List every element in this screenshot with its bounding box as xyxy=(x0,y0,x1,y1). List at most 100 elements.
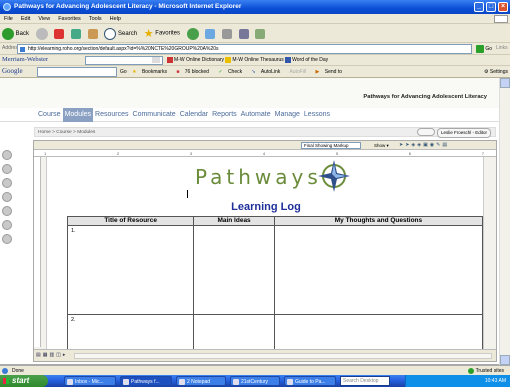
refresh-button[interactable] xyxy=(71,28,82,39)
scroll-up-icon[interactable] xyxy=(500,78,510,88)
window-title-bar: Pathways for Advancing Adolescent Litera… xyxy=(0,0,510,14)
nav-calendar[interactable]: Calendar xyxy=(178,108,210,122)
site-nav: Course Modules Resources Communicate Calenda… xyxy=(0,108,499,122)
table-cell[interactable]: 2. xyxy=(66,314,195,350)
mail-icon xyxy=(205,28,216,39)
stop-button[interactable] xyxy=(54,28,65,39)
menu-bar: File Edit View Favorites Tools Help xyxy=(0,14,510,24)
popup-blocked-button[interactable]: ■ 76 blocked xyxy=(176,69,213,75)
ruler-tick: 1 xyxy=(44,151,47,156)
table-cell[interactable] xyxy=(273,225,484,315)
desktop-search-input[interactable]: Search Desktop xyxy=(340,376,390,386)
menu-view[interactable]: View xyxy=(34,14,54,24)
forward-button[interactable] xyxy=(35,27,48,40)
nav-communicate[interactable]: Communicate xyxy=(131,108,178,122)
blocker-icon: ■ xyxy=(176,69,180,75)
scroll-down-icon[interactable] xyxy=(500,355,510,365)
refresh-circle-icon[interactable] xyxy=(2,164,12,174)
search-button[interactable]: Search xyxy=(104,27,137,40)
site-header: Pathways for Advancing Adolescent Litera… xyxy=(0,78,499,110)
spell-check-button[interactable]: ✓ Check xyxy=(218,69,246,75)
help-circle-icon[interactable] xyxy=(2,178,12,188)
nav-resources[interactable]: Resources xyxy=(93,108,130,122)
dictionary-icon xyxy=(167,56,173,63)
vertical-scrollbar[interactable] xyxy=(499,78,510,365)
table-cell[interactable]: 1. xyxy=(66,225,195,315)
mw-dropdown-icon[interactable] xyxy=(152,57,160,63)
user-badge[interactable]: Leslie Froeschl - Editor xyxy=(436,128,491,138)
mw-word-of-day-link[interactable]: Word of the Day xyxy=(285,56,328,63)
home-button[interactable] xyxy=(87,28,98,39)
task-inbox[interactable]: Inbox - Mic... xyxy=(64,376,116,386)
menu-help[interactable]: Help xyxy=(106,14,125,24)
compass-logo-icon xyxy=(318,160,350,192)
status-text: Done xyxy=(12,368,24,374)
nav-lessons[interactable]: Lessons xyxy=(302,108,332,122)
nav-modules[interactable]: Modules xyxy=(62,108,94,122)
outlook-icon xyxy=(67,379,73,385)
menu-edit[interactable]: Edit xyxy=(17,14,34,24)
system-tray: 10:43 AM xyxy=(405,375,510,387)
autofill-button[interactable]: AutoFill xyxy=(289,69,310,75)
maximize-button[interactable]: □ xyxy=(486,2,496,12)
mail-button[interactable] xyxy=(205,28,216,39)
mw-thesaurus-link[interactable]: M-W Online Thesaurus xyxy=(225,56,284,63)
google-search-input[interactable] xyxy=(37,67,117,77)
task-pathways[interactable]: Pathways f... xyxy=(120,376,172,386)
autolink-button[interactable]: ➘ AutoLink xyxy=(252,69,285,75)
autolink-icon: ➘ xyxy=(251,69,256,75)
markup-view-select[interactable]: Final Showing Markup xyxy=(301,142,361,149)
table-cell[interactable] xyxy=(193,314,275,350)
horizontal-scrollbar[interactable] xyxy=(74,353,492,359)
send-to-button[interactable]: ▶ Send to xyxy=(316,69,347,75)
menu-favorites[interactable]: Favorites xyxy=(54,14,85,24)
table-cell[interactable] xyxy=(193,225,275,315)
history-button[interactable] xyxy=(186,27,199,40)
nav-manage[interactable]: Manage xyxy=(273,108,302,122)
address-input[interactable]: http://elearning.roho.org/section/defaul… xyxy=(17,44,472,54)
history-icon xyxy=(186,27,199,40)
show-button[interactable]: Show ▾ xyxy=(374,142,389,149)
star-icon: ★ xyxy=(143,28,154,40)
favorites-button[interactable]: ★ Favorites xyxy=(144,27,180,40)
menu-file[interactable]: File xyxy=(0,14,17,24)
search-circle-icon[interactable] xyxy=(2,234,12,244)
gear-circle-icon[interactable] xyxy=(2,192,12,202)
google-go-button[interactable]: Go xyxy=(120,69,127,75)
menu-tools[interactable]: Tools xyxy=(85,14,106,24)
document-editor: Final Showing Markup Show ▾ ➤➤◈◈▣◉✎▤ 1 2… xyxy=(33,140,497,362)
task-21stcentury[interactable]: 21stCentury xyxy=(230,376,280,386)
nav-automate[interactable]: Automate xyxy=(239,108,273,122)
tools-circle-icon[interactable] xyxy=(2,206,12,216)
standard-toolbar: Back Search ★ Favorites xyxy=(0,24,510,43)
nav-reports[interactable]: Reports xyxy=(210,108,239,122)
start-button[interactable]: start xyxy=(0,375,48,387)
page-status-icon xyxy=(2,368,8,374)
mw-dictionary-link[interactable]: M-W Online Dictionary xyxy=(167,56,224,63)
learning-log-table[interactable]: Title of Resource Main Ideas My Thoughts… xyxy=(66,216,484,350)
google-settings-button[interactable]: ⚙ Settings xyxy=(484,66,508,78)
view-mode-buttons[interactable]: ▤▦▥◫▸ xyxy=(36,352,67,358)
minimize-button[interactable]: _ xyxy=(474,2,484,12)
google-bookmarks-button[interactable]: ★ Bookmarks xyxy=(132,69,171,75)
edit-button[interactable] xyxy=(238,28,249,39)
task-guide[interactable]: Guide to Pa... xyxy=(284,376,336,386)
close-button[interactable]: × xyxy=(498,2,508,12)
document-page[interactable]: Pathways Learning Log Title of Resource … xyxy=(46,157,484,350)
browser-status-bar: Done Trusted sites xyxy=(0,365,510,375)
breadcrumb[interactable]: Home > Course > Modules xyxy=(38,129,95,137)
print-circle-icon[interactable] xyxy=(2,220,12,230)
search-icon xyxy=(104,27,117,40)
go-button[interactable]: Go xyxy=(476,44,492,54)
nav-course[interactable]: Course xyxy=(36,108,63,122)
google-brand[interactable]: Google xyxy=(2,67,23,75)
links-button[interactable]: Links xyxy=(496,45,508,51)
user-tools-icon[interactable] xyxy=(417,128,435,136)
print-button[interactable] xyxy=(221,28,232,39)
discuss-button[interactable] xyxy=(255,28,266,39)
review-icons[interactable]: ➤➤◈◈▣◉✎▤ xyxy=(399,142,449,149)
home-circle-icon[interactable] xyxy=(2,150,12,160)
task-notepad[interactable]: 2 Notepad xyxy=(176,376,226,386)
table-cell[interactable] xyxy=(273,314,484,350)
back-button[interactable]: Back xyxy=(2,27,29,40)
